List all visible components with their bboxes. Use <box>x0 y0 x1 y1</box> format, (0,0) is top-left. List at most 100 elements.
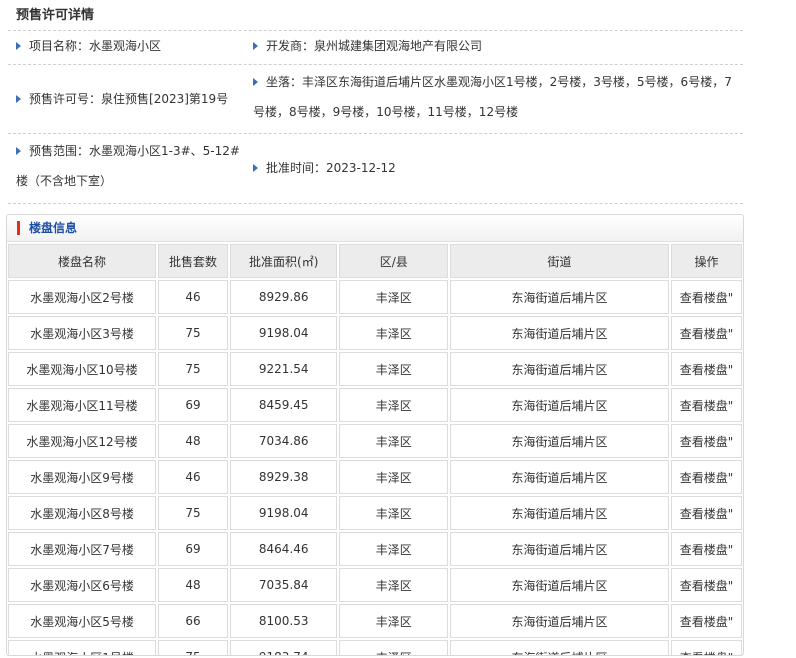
approval-label: 批准时间： <box>266 161 327 175</box>
table-row: 水墨观海小区6号楼 48 7035.84 丰泽区 东海街道后埔片区 查看楼盘" <box>8 568 742 602</box>
table-cell: 75 <box>158 352 228 386</box>
location-value: 丰泽区东海街道后埔片区水墨观海小区1号楼，2号楼，3号楼，5号楼，6号楼，7号楼… <box>253 75 732 119</box>
arrow-right-icon <box>253 78 258 86</box>
table-cell: 东海街道后埔片区 <box>449 424 669 458</box>
table-row: 水墨观海小区7号楼 69 8464.46 丰泽区 东海街道后埔片区 查看楼盘" <box>8 532 742 566</box>
table-cell: 75 <box>158 640 228 655</box>
panel-marker <box>17 221 20 235</box>
table-cell: 丰泽区 <box>339 460 448 494</box>
table-cell: 丰泽区 <box>339 280 448 314</box>
table-cell: 8929.38 <box>229 460 338 494</box>
table-cell: 丰泽区 <box>339 568 448 602</box>
table-cell: 水墨观海小区6号楼 <box>8 568 157 602</box>
table-cell: 9221.54 <box>229 352 338 386</box>
table-cell: 水墨观海小区7号楼 <box>8 532 157 566</box>
divider <box>8 203 743 204</box>
project-name-value: 水墨观海小区 <box>89 39 162 53</box>
table-cell: 水墨观海小区2号楼 <box>8 280 157 314</box>
table-cell: 水墨观海小区11号楼 <box>8 388 157 422</box>
table-cell: 9198.04 <box>229 316 338 350</box>
table-cell: 水墨观海小区12号楼 <box>8 424 157 458</box>
table-cell: 69 <box>158 388 228 422</box>
table-cell: 8929.86 <box>229 280 338 314</box>
table-cell: 水墨观海小区1号楼 <box>8 640 157 655</box>
watermark <box>726 627 738 644</box>
view-building-link[interactable]: 查看楼盘" <box>670 388 742 422</box>
table-row: 水墨观海小区11号楼 69 8459.45 丰泽区 东海街道后埔片区 查看楼盘" <box>8 388 742 422</box>
table-cell: 丰泽区 <box>339 424 448 458</box>
page-title: 预售许可详情 <box>16 8 95 23</box>
approval-value: 2023-12-12 <box>326 161 396 175</box>
table-row: 水墨观海小区1号楼759183.74丰泽区东海街道后埔片区查看楼盘" <box>8 640 742 655</box>
table-cell: 水墨观海小区5号楼 <box>8 604 157 638</box>
table-cell: 46 <box>158 280 228 314</box>
location-label: 坐落： <box>266 75 303 89</box>
table-cell: 东海街道后埔片区 <box>449 352 669 386</box>
table-cell: 丰泽区 <box>339 388 448 422</box>
table-cell: 东海街道后埔片区 <box>449 316 669 350</box>
building-table: 楼盘名称 批售套数 批准面积(㎡) 区/县 街道 操作 水墨观海小区2号楼 46 8929.8… <box>7 242 743 655</box>
approval-row: 批准时间：2023-12-12 <box>253 153 396 183</box>
table-cell: 东海街道后埔片区 <box>449 532 669 566</box>
view-building-link[interactable]: 查看楼盘" <box>670 568 742 602</box>
table-cell: 7035.84 <box>229 568 338 602</box>
table-cell: 8100.53 <box>229 604 338 638</box>
table-cell: 丰泽区 <box>339 316 448 350</box>
table-cell: 丰泽区 <box>339 640 448 655</box>
developer-label: 开发商： <box>266 39 315 53</box>
table-cell: 7034.86 <box>229 424 338 458</box>
table-cell: 丰泽区 <box>339 532 448 566</box>
table-header-row: 楼盘名称 批售套数 批准面积(㎡) 区/县 街道 操作 <box>8 244 742 278</box>
view-building-link[interactable]: 查看楼盘" <box>670 352 742 386</box>
column-header: 批准面积(㎡) <box>229 244 338 278</box>
table-cell: 69 <box>158 532 228 566</box>
table-cell: 75 <box>158 316 228 350</box>
table-row: 水墨观海小区5号楼 66 8100.53 丰泽区 东海街道后埔片区 查看楼盘" <box>8 604 742 638</box>
table-cell: 8464.46 <box>229 532 338 566</box>
building-info-panel: 楼盘信息 楼盘名称 批售套数 批准面积(㎡) 区/县 街道 操作 水墨观海小区2号楼 46 8… <box>6 214 744 656</box>
table-cell: 66 <box>158 604 228 638</box>
permit-row: 预售许可号：泉住预售[2023]第19号 <box>16 84 228 114</box>
developer-row: 开发商：泉州城建集团观海地产有限公司 <box>253 31 482 61</box>
view-building-link[interactable]: 查看楼盘" <box>670 496 742 530</box>
table-cell: 丰泽区 <box>339 352 448 386</box>
table-cell: 48 <box>158 424 228 458</box>
table-cell: 46 <box>158 460 228 494</box>
view-building-link[interactable]: 查看楼盘" <box>670 316 742 350</box>
table-row: 水墨观海小区3号楼 75 9198.04 丰泽区 东海街道后埔片区 查看楼盘" <box>8 316 742 350</box>
table-cell: 9198.04 <box>229 496 338 530</box>
view-building-link[interactable]: 查看楼盘" <box>670 280 742 314</box>
table-cell: 东海街道后埔片区 <box>449 496 669 530</box>
project-name-row: 项目名称：水墨观海小区 <box>16 31 161 61</box>
table-cell: 东海街道后埔片区 <box>449 280 669 314</box>
view-building-link[interactable]: 查看楼盘" <box>670 532 742 566</box>
table-cell: 9183.74 <box>229 640 338 655</box>
table-cell: 水墨观海小区10号楼 <box>8 352 157 386</box>
project-name-label: 项目名称： <box>29 39 90 53</box>
table-body: 水墨观海小区2号楼 46 8929.86 丰泽区 东海街道后埔片区 查看楼盘" 水墨观海小区… <box>8 280 742 655</box>
panel-title: 楼盘信息 <box>29 221 78 235</box>
table-row: 水墨观海小区10号楼 75 9221.54 丰泽区 东海街道后埔片区 查看楼盘" <box>8 352 742 386</box>
table-cell: 8459.45 <box>229 388 338 422</box>
table-row: 水墨观海小区2号楼 46 8929.86 丰泽区 东海街道后埔片区 查看楼盘" <box>8 280 742 314</box>
table-cell: 东海街道后埔片区 <box>449 388 669 422</box>
table-cell: 丰泽区 <box>339 604 448 638</box>
arrow-right-icon <box>16 147 21 155</box>
column-header: 区/县 <box>339 244 448 278</box>
location-row: 坐落：丰泽区东海街道后埔片区水墨观海小区1号楼，2号楼，3号楼，5号楼，6号楼，… <box>253 67 743 127</box>
table-cell: 水墨观海小区9号楼 <box>8 460 157 494</box>
table-cell: 水墨观海小区3号楼 <box>8 316 157 350</box>
permit-value: 泉住预售[2023]第19号 <box>101 92 229 106</box>
table-cell: 75 <box>158 496 228 530</box>
column-header: 批售套数 <box>158 244 228 278</box>
view-building-link[interactable]: 查看楼盘" <box>670 424 742 458</box>
view-building-link[interactable]: 查看楼盘" <box>670 460 742 494</box>
column-header: 楼盘名称 <box>8 244 157 278</box>
arrow-right-icon <box>16 42 21 50</box>
column-header: 街道 <box>449 244 669 278</box>
divider <box>8 133 743 134</box>
scope-row: 预售范围：水墨观海小区1-3#、5-12#楼（不含地下室） <box>16 136 241 196</box>
permit-label: 预售许可号： <box>29 92 102 106</box>
table-cell: 东海街道后埔片区 <box>449 460 669 494</box>
table-row: 水墨观海小区9号楼 46 8929.38 丰泽区 东海街道后埔片区 查看楼盘" <box>8 460 742 494</box>
